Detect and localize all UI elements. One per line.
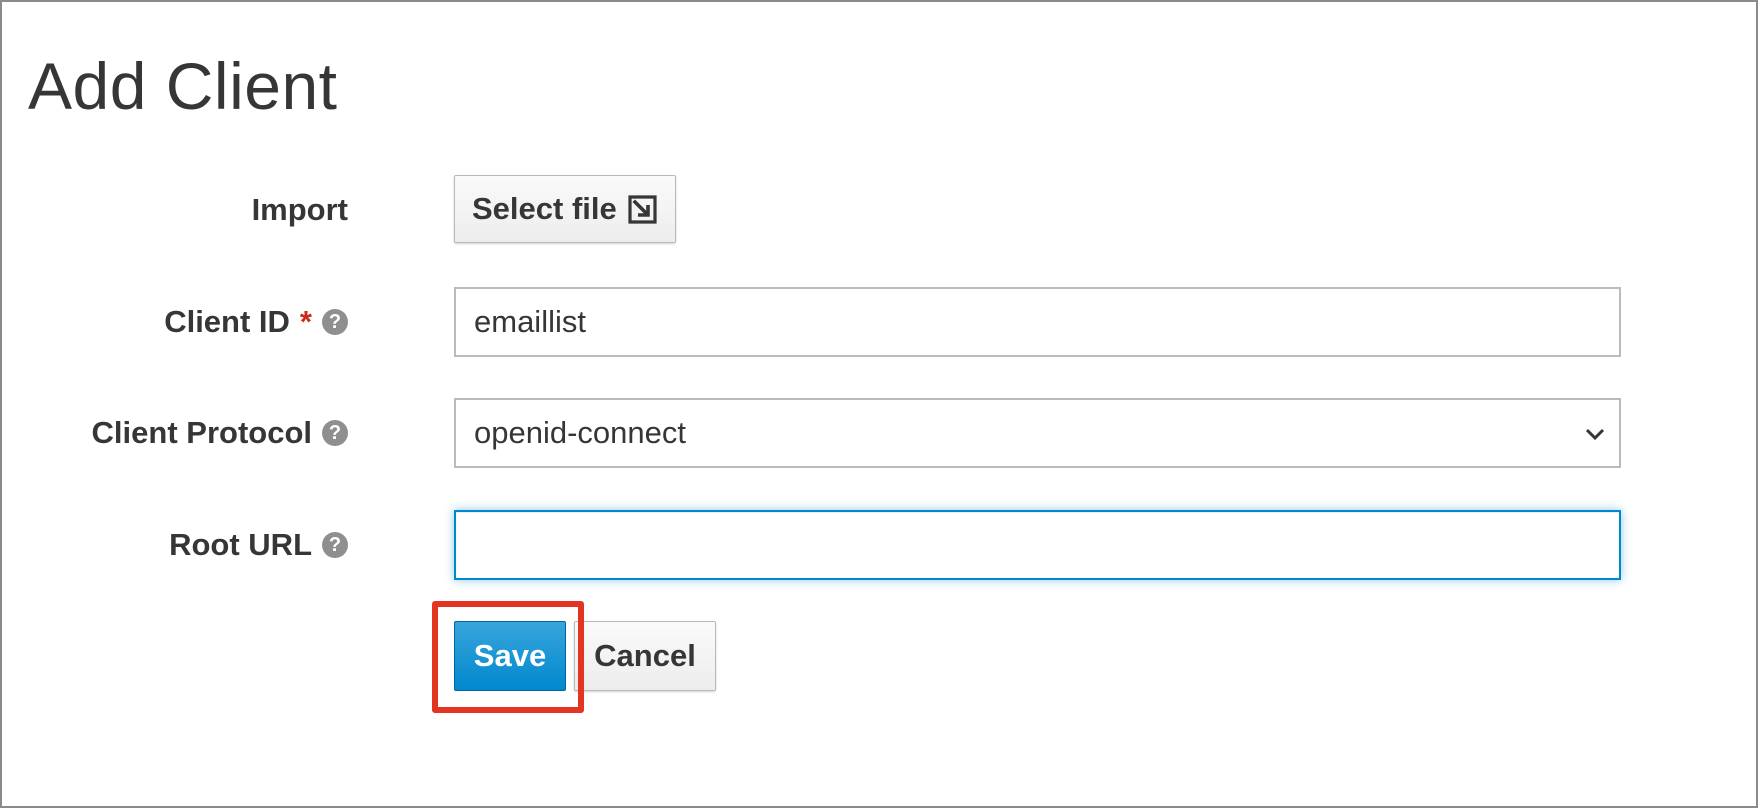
- root-url-input[interactable]: [454, 510, 1621, 580]
- save-button[interactable]: Save: [454, 621, 566, 691]
- page-title: Add Client: [28, 49, 338, 123]
- root-url-row: Root URL ?: [2, 510, 1756, 580]
- root-url-label-text: Root URL: [169, 527, 312, 562]
- chevron-down-icon: [1585, 428, 1605, 441]
- client-id-value: emaillist: [474, 304, 586, 339]
- client-id-label: Client ID * ?: [164, 287, 348, 357]
- root-url-help-icon[interactable]: ?: [322, 532, 348, 558]
- client-id-row: Client ID * ? emaillist: [2, 287, 1756, 357]
- client-id-label-text: Client ID: [164, 304, 290, 339]
- select-file-label: Select file: [472, 191, 617, 226]
- import-row: Import Select file: [2, 175, 1756, 245]
- client-id-help-icon[interactable]: ?: [322, 309, 348, 335]
- client-protocol-row: Client Protocol ? openid-connect: [2, 398, 1756, 468]
- client-protocol-help-icon[interactable]: ?: [322, 420, 348, 446]
- client-id-input[interactable]: emaillist: [454, 287, 1621, 357]
- import-icon: [627, 194, 658, 225]
- add-client-panel: Add Client Import Select file Client ID …: [0, 0, 1758, 808]
- select-file-button[interactable]: Select file: [454, 175, 676, 243]
- client-protocol-select[interactable]: openid-connect: [454, 398, 1621, 468]
- required-marker: *: [299, 304, 312, 339]
- client-protocol-label-text: Client Protocol: [91, 415, 312, 450]
- root-url-label: Root URL ?: [169, 510, 348, 580]
- import-label-text: Import: [251, 192, 348, 227]
- import-label: Import: [252, 175, 348, 245]
- client-protocol-selected: openid-connect: [474, 415, 686, 450]
- client-protocol-label: Client Protocol ?: [92, 398, 348, 468]
- cancel-button[interactable]: Cancel: [574, 621, 716, 691]
